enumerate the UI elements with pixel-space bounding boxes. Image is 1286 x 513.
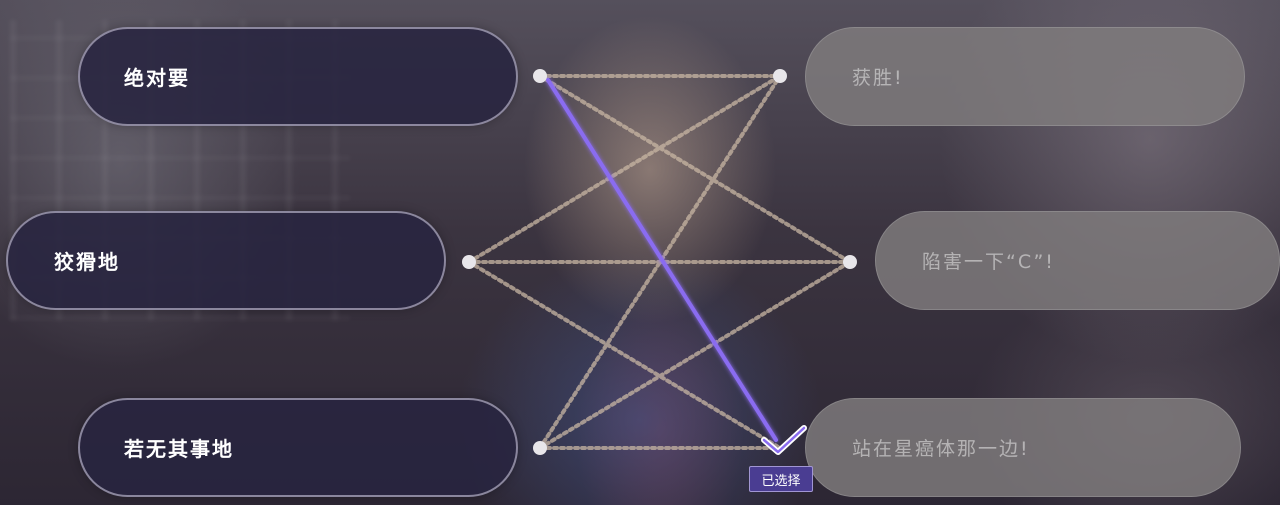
selected-badge: 已选择 — [749, 466, 813, 492]
left-option-label: 绝对要 — [124, 66, 190, 90]
right-option-2[interactable]: 陷害一下“C”! — [875, 211, 1280, 310]
left-option-1[interactable]: 绝对要 — [78, 27, 518, 126]
frame-border-right — [1280, 0, 1286, 513]
frame-border-bottom — [0, 505, 1286, 513]
left-option-label: 若无其事地 — [124, 437, 234, 461]
right-option-label: 获胜! — [852, 67, 904, 89]
check-icon — [761, 425, 807, 455]
right-option-3[interactable]: 站在星癌体那一边! — [805, 398, 1241, 497]
left-option-2[interactable]: 狡猾地 — [6, 211, 446, 310]
left-option-3[interactable]: 若无其事地 — [78, 398, 518, 497]
right-option-label: 陷害一下“C”! — [922, 251, 1055, 273]
right-option-1[interactable]: 获胜! — [805, 27, 1245, 126]
right-option-label: 站在星癌体那一边! — [852, 438, 1030, 460]
left-option-label: 狡猾地 — [54, 250, 120, 274]
matching-puzzle-screen: 绝对要 狡猾地 若无其事地 获胜! 陷害一下“C”! 站在星癌体那一边! 已选择 — [0, 0, 1286, 513]
